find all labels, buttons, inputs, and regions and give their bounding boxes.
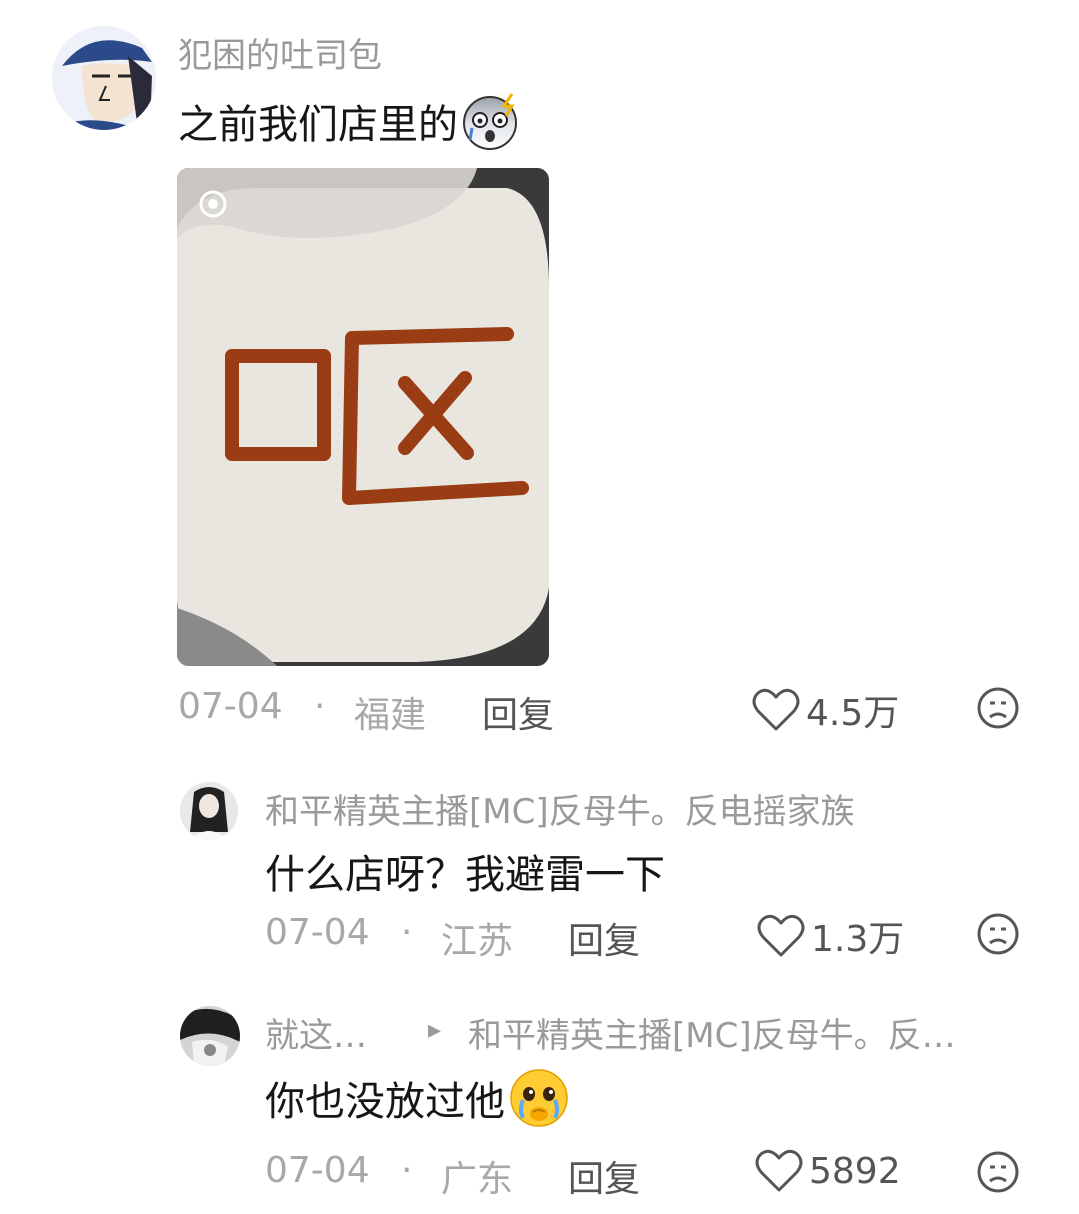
comment-text-row: 之前我们店里的 [178,90,522,152]
frown-face-icon [976,913,1020,960]
frown-face-icon [976,687,1020,734]
reply-to-username[interactable]: 和平精英主播[MC]反母牛。反… [468,1008,956,1057]
dislike-button[interactable] [976,912,1020,960]
heart-icon [752,687,800,733]
reply-arrow-icon: ▸ [428,1015,442,1045]
comment-text: 之前我们店里的 [178,102,458,148]
fearful-face-icon [460,90,522,152]
reply-button[interactable]: 回复 [482,686,554,738]
like-count: 4.5万 [806,693,900,734]
username[interactable]: 就这… [265,1008,367,1057]
reply-button[interactable]: 回复 [568,912,640,964]
like-count: 1.3万 [811,919,905,960]
like-button[interactable]: 4.5万 [752,684,899,736]
comment-location: 广东 [441,1159,514,1200]
meta-separator: · [401,1150,413,1191]
dislike-button[interactable] [976,1150,1020,1198]
username[interactable]: 和平精英主播[MC]反母牛。反电摇家族 [265,784,855,833]
comment-date: 07-04 [178,686,283,727]
crying-face-icon [507,1066,571,1130]
avatar[interactable] [52,26,156,130]
comment-text: 你也没放过他 [265,1079,505,1125]
like-button[interactable]: 1.3万 [757,910,904,962]
comment-location: 江苏 [441,921,514,962]
avatar[interactable] [180,1006,240,1066]
meta-separator: · [401,912,413,953]
comment-text-row: 你也没放过他 [265,1066,571,1130]
like-button[interactable]: 5892 [755,1148,901,1194]
comment-date: 07-04 [265,1150,370,1191]
comment-text: 什么店呀？我避雷一下 [265,852,665,898]
comment-date: 07-04 [265,912,370,953]
dislike-button[interactable] [976,686,1020,734]
comment-location: 福建 [354,695,427,736]
comment-image[interactable] [177,168,549,666]
reply-button[interactable]: 回复 [568,1150,640,1202]
heart-icon [757,913,805,959]
avatar[interactable] [180,782,238,840]
heart-icon [755,1148,803,1194]
meta-separator: · [314,686,326,727]
username[interactable]: 犯困的吐司包 [178,28,382,77]
frown-face-icon [976,1151,1020,1198]
like-count: 5892 [809,1150,901,1192]
